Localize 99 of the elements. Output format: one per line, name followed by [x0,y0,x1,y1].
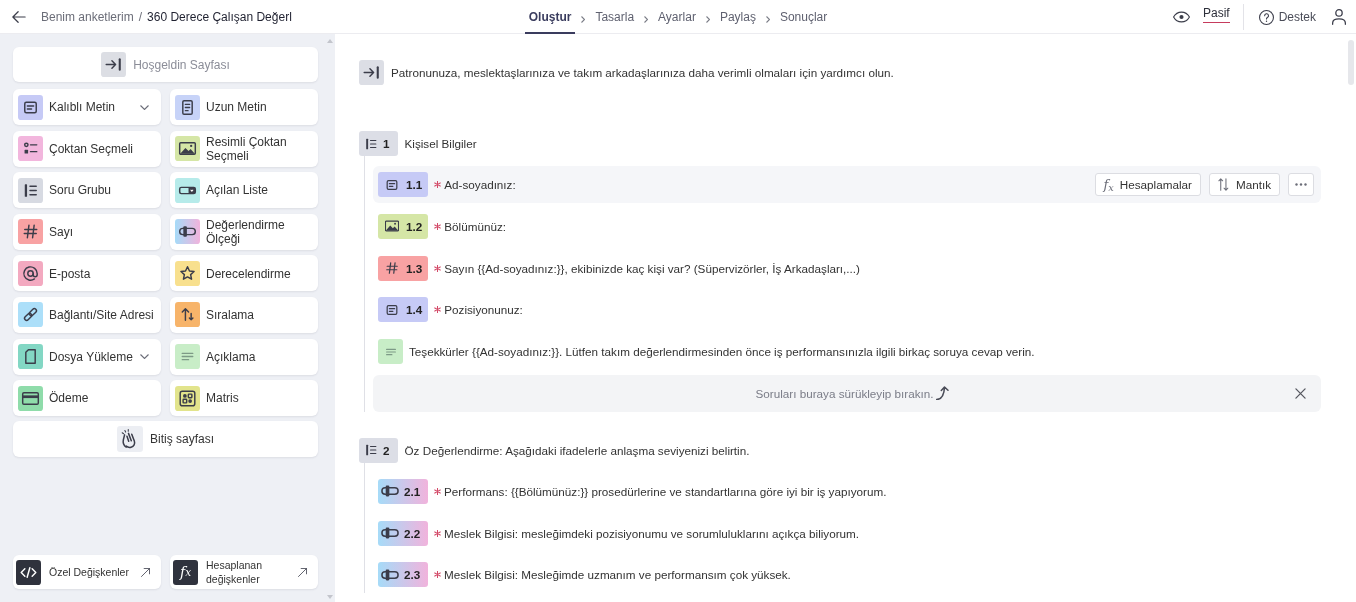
up-down-arrows-icon [1217,178,1230,191]
drop-zone-text: Soruları buraya sürükleyip bırakın. [755,386,934,400]
hand-icon [117,426,143,453]
step-tab[interactable]: Tasarla [591,0,639,34]
breadcrumb-link[interactable]: Benim anketlerim [41,10,134,24]
user-icon [1332,9,1346,25]
question-type-button[interactable]: Çoktan Seçmeli [13,130,161,167]
grouped-list-icon [364,443,378,458]
group-title: Öz Değerlendirme: Aşağıdaki ifadelerle anlaşma seviyenizi belirtin. [404,443,750,457]
hash-icon [385,261,399,275]
step-tab[interactable]: Paylaş [715,0,760,34]
dropdown-field-icon [175,177,200,203]
question-number: 1.1 [406,178,423,191]
text-box-icon [385,302,399,317]
slider-icon [175,219,200,245]
grouped-list-icon [364,136,378,151]
arrow-to-bar-icon [101,52,127,77]
chevron-right-icon [581,15,586,23]
arrow-to-bar-icon [359,60,384,85]
survey-title: 360 Derece Çalışan Değerl [147,10,292,24]
close-icon [1295,387,1306,399]
question-number: 1.4 [406,303,423,317]
question-type-button[interactable]: Değerlendirme Ölçeği [170,213,318,250]
question-text: Bölümünüz: [444,219,506,233]
grid-icon [175,385,200,411]
question-text: Ad-soyadınız: [444,178,516,191]
selected-question-row[interactable]: 1.1 Ad-soyadınız: f$_{x}$ Hesaplamalar Mantık [373,166,1321,203]
group-number: 2 [383,443,390,457]
end-page-button[interactable]: Bitiş sayfası [13,421,318,458]
slider-icon [380,567,400,582]
image-icon [175,136,200,162]
text-box-icon [18,94,43,120]
chevron-right-icon [705,15,710,23]
question-type-button[interactable]: Sıralama [170,296,318,333]
document-icon [175,94,200,120]
chevron-right-icon [765,15,770,23]
hash-icon [18,219,43,245]
slider-icon [380,484,400,499]
help-icon [1258,9,1274,25]
curved-arrow-icon [935,386,949,401]
step-tab[interactable]: Sonuçlar [775,0,832,34]
calculations-button[interactable]: f$_{x}$ Hesaplamalar [1094,173,1201,196]
status-link[interactable]: Pasif [1202,5,1230,23]
question-type-button[interactable]: Derecelendirme [170,255,318,292]
slider-icon [380,526,400,540]
question-type-button[interactable]: Soru Grubu [13,172,161,209]
credit-card-icon [18,385,43,411]
image-icon [385,219,399,234]
help-button[interactable]: Destek [1258,9,1316,25]
text-lines-icon [175,344,200,370]
question-type-button[interactable]: Kalıblı Metin [13,89,161,125]
question-text: Meslek Bilgisi: Mesleğimde uzmanım ve performansım çok yüksek. [444,568,791,582]
question-type-button[interactable]: Sayı [13,213,161,250]
question-text: Sayın {{Ad-soyadınız:}}, ekibinizde kaç kişi var? (Süpervizörler, İş Arkadaşları,...) [444,261,860,275]
diagonal-arrow-icon [298,567,307,577]
welcome-text: Patronunuza, meslektaşlarınıza ve takım arkadaşlarınıza daha verimli olmaları için yardımcı olun. [391,66,894,79]
question-text: Performans: {{Bölümünüz:}} prosedürlerine ve standartlarına göre iyi bir iş yapıyorum. [444,484,887,498]
drop-zone[interactable]: Soruları buraya sürükleyip bırakın. [373,374,1321,412]
question-number: 2.1 [404,484,421,498]
code-icon [16,559,41,585]
eye-icon [1172,11,1190,23]
at-sign-icon [18,260,43,286]
sort-arrows-icon [175,302,200,328]
question-type-button[interactable]: Dosya Yükleme [13,338,161,375]
question-text: Teşekkürler {{Ad-soyadınız:}}. Lütfen takım değerlendirmesinden önce iş performansınızla ilgili birkaç soruya cevap verin. [409,345,1035,358]
question-type-button[interactable]: E-posta [13,255,161,292]
grouped-list-icon [18,177,43,203]
question-type-button[interactable]: Uzun Metin [170,89,318,125]
question-number: 1.3 [406,261,423,275]
question-type-button[interactable]: Resimli Çoktan Seçmeli [170,130,318,167]
group-title: Kişisel Bilgiler [404,137,477,150]
scrollbar-thumb[interactable] [1348,40,1354,85]
question-type-button[interactable]: Matris [170,380,318,417]
question-type-button[interactable]: Açılan Liste [170,172,318,209]
logic-button[interactable]: Mantık [1208,173,1280,196]
question-number: 2.2 [404,526,421,540]
step-tab[interactable]: Oluştur [524,0,576,34]
text-box-icon [385,177,399,192]
question-type-button[interactable]: Açıklama [170,338,318,375]
question-number: 1.2 [406,219,423,233]
account-button[interactable] [1331,8,1347,26]
checklist-icon [18,136,43,162]
back-button[interactable] [10,8,28,26]
back-arrow-icon [12,11,26,23]
file-icon [18,344,43,370]
question-type-button[interactable]: Bağlantı/Site Adresi [13,296,161,333]
question-text: Pozisiyonunuz: [444,303,523,317]
breadcrumb-separator: / [138,10,143,24]
link-icon [18,302,43,328]
question-type-button[interactable]: Ödeme [13,380,161,417]
variables-button[interactable]: Özel Değişkenler [13,555,161,589]
more-icon [1295,183,1307,186]
close-button[interactable] [1294,386,1307,400]
chevron-right-icon [644,15,649,23]
question-text: Meslek Bilgisi: mesleğimdeki pozisiyonumu ve sorumluluklarını açıkça biliyorum. [444,526,860,540]
diagonal-arrow-icon [141,567,150,577]
group-number: 1 [383,137,390,150]
question-number: 2.3 [404,568,421,582]
step-tab[interactable]: Ayarlar [654,0,700,34]
